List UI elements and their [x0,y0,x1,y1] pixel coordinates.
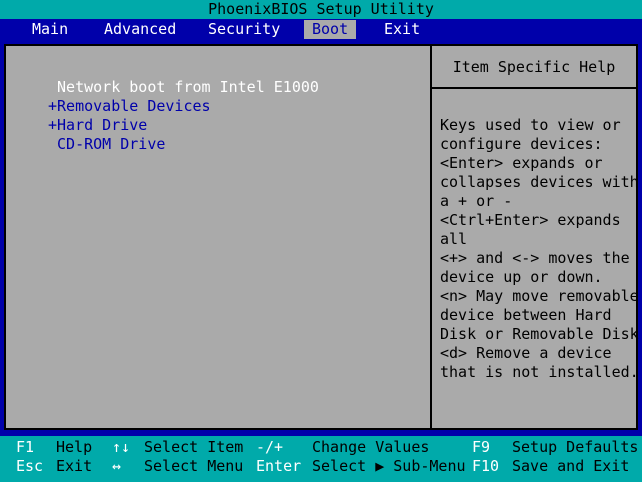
app-title: PhoenixBIOS Setup Utility [208,0,434,18]
help-line: <d> Remove a device [440,344,612,362]
help-text: Keys used to view or configure devices: … [440,116,639,382]
tab-advanced[interactable]: Advanced [96,20,184,39]
bios-screen: PhoenixBIOS Setup Utility Main Advanced … [0,0,642,482]
help-line: <n> May move removable [440,287,639,305]
help-line: <+> and <-> moves the [440,249,630,267]
key-minus-plus: -/+ [256,438,284,456]
help-line: all [440,230,468,248]
panel-divider [430,46,432,428]
tab-security[interactable]: Security [200,20,288,39]
help-line: configure devices: [440,135,603,153]
help-line: collapses devices with [440,173,639,191]
key-f10: F10 [472,457,500,475]
title-bar: PhoenixBIOS Setup Utility [0,0,642,19]
key-left-right-arrows: ↔ [112,457,122,475]
boot-item-cdrom-drive[interactable]: CD-ROM Drive [48,135,319,154]
key-enter: Enter [256,457,302,475]
key-f9: F9 [472,438,491,456]
tab-exit[interactable]: Exit [376,20,428,39]
help-divider [432,87,636,89]
help-line: <Enter> expands or [440,154,603,172]
tab-main[interactable]: Main [24,20,76,39]
help-line: <Ctrl+Enter> expands [440,211,621,229]
help-line: Disk or Removable Disk [440,325,639,343]
boot-item-removable-devices[interactable]: +Removable Devices [48,97,319,116]
tab-boot[interactable]: Boot [304,20,357,39]
help-line: device up or down. [440,268,603,286]
key-up-down-arrows: ↑↓ [112,438,131,456]
key-legend-bar: F1 Help ↑↓ Select Item -/+ Change Values… [0,436,642,482]
help-line: a + or - [440,192,513,210]
boot-panel: Network boot from Intel E1000 +Removable… [4,44,639,430]
menu-bar: Main Advanced Security Boot Exit [0,19,642,39]
help-line: that is not installed. [440,363,639,381]
key-esc-desc: Exit [56,457,93,475]
key-f1: F1 [16,438,35,456]
key-f1-desc: Help [56,438,93,456]
help-title: Item Specific Help [452,58,616,76]
key-esc: Esc [16,457,44,475]
key-enter-desc: Select ▶ Sub-Menu [312,457,466,475]
key-left-right-desc: Select Menu [144,457,244,475]
key-up-down-desc: Select Item [144,438,244,456]
key-minus-plus-desc: Change Values [312,438,430,456]
key-f10-desc: Save and Exit [512,457,630,475]
help-line: Keys used to view or [440,116,621,134]
key-f9-desc: Setup Defaults [512,438,639,456]
boot-item-hard-drive[interactable]: +Hard Drive [48,116,319,135]
boot-item-network[interactable]: Network boot from Intel E1000 [48,78,319,97]
help-line: device between Hard [440,306,612,324]
boot-order-list: Network boot from Intel E1000 +Removable… [48,78,319,154]
